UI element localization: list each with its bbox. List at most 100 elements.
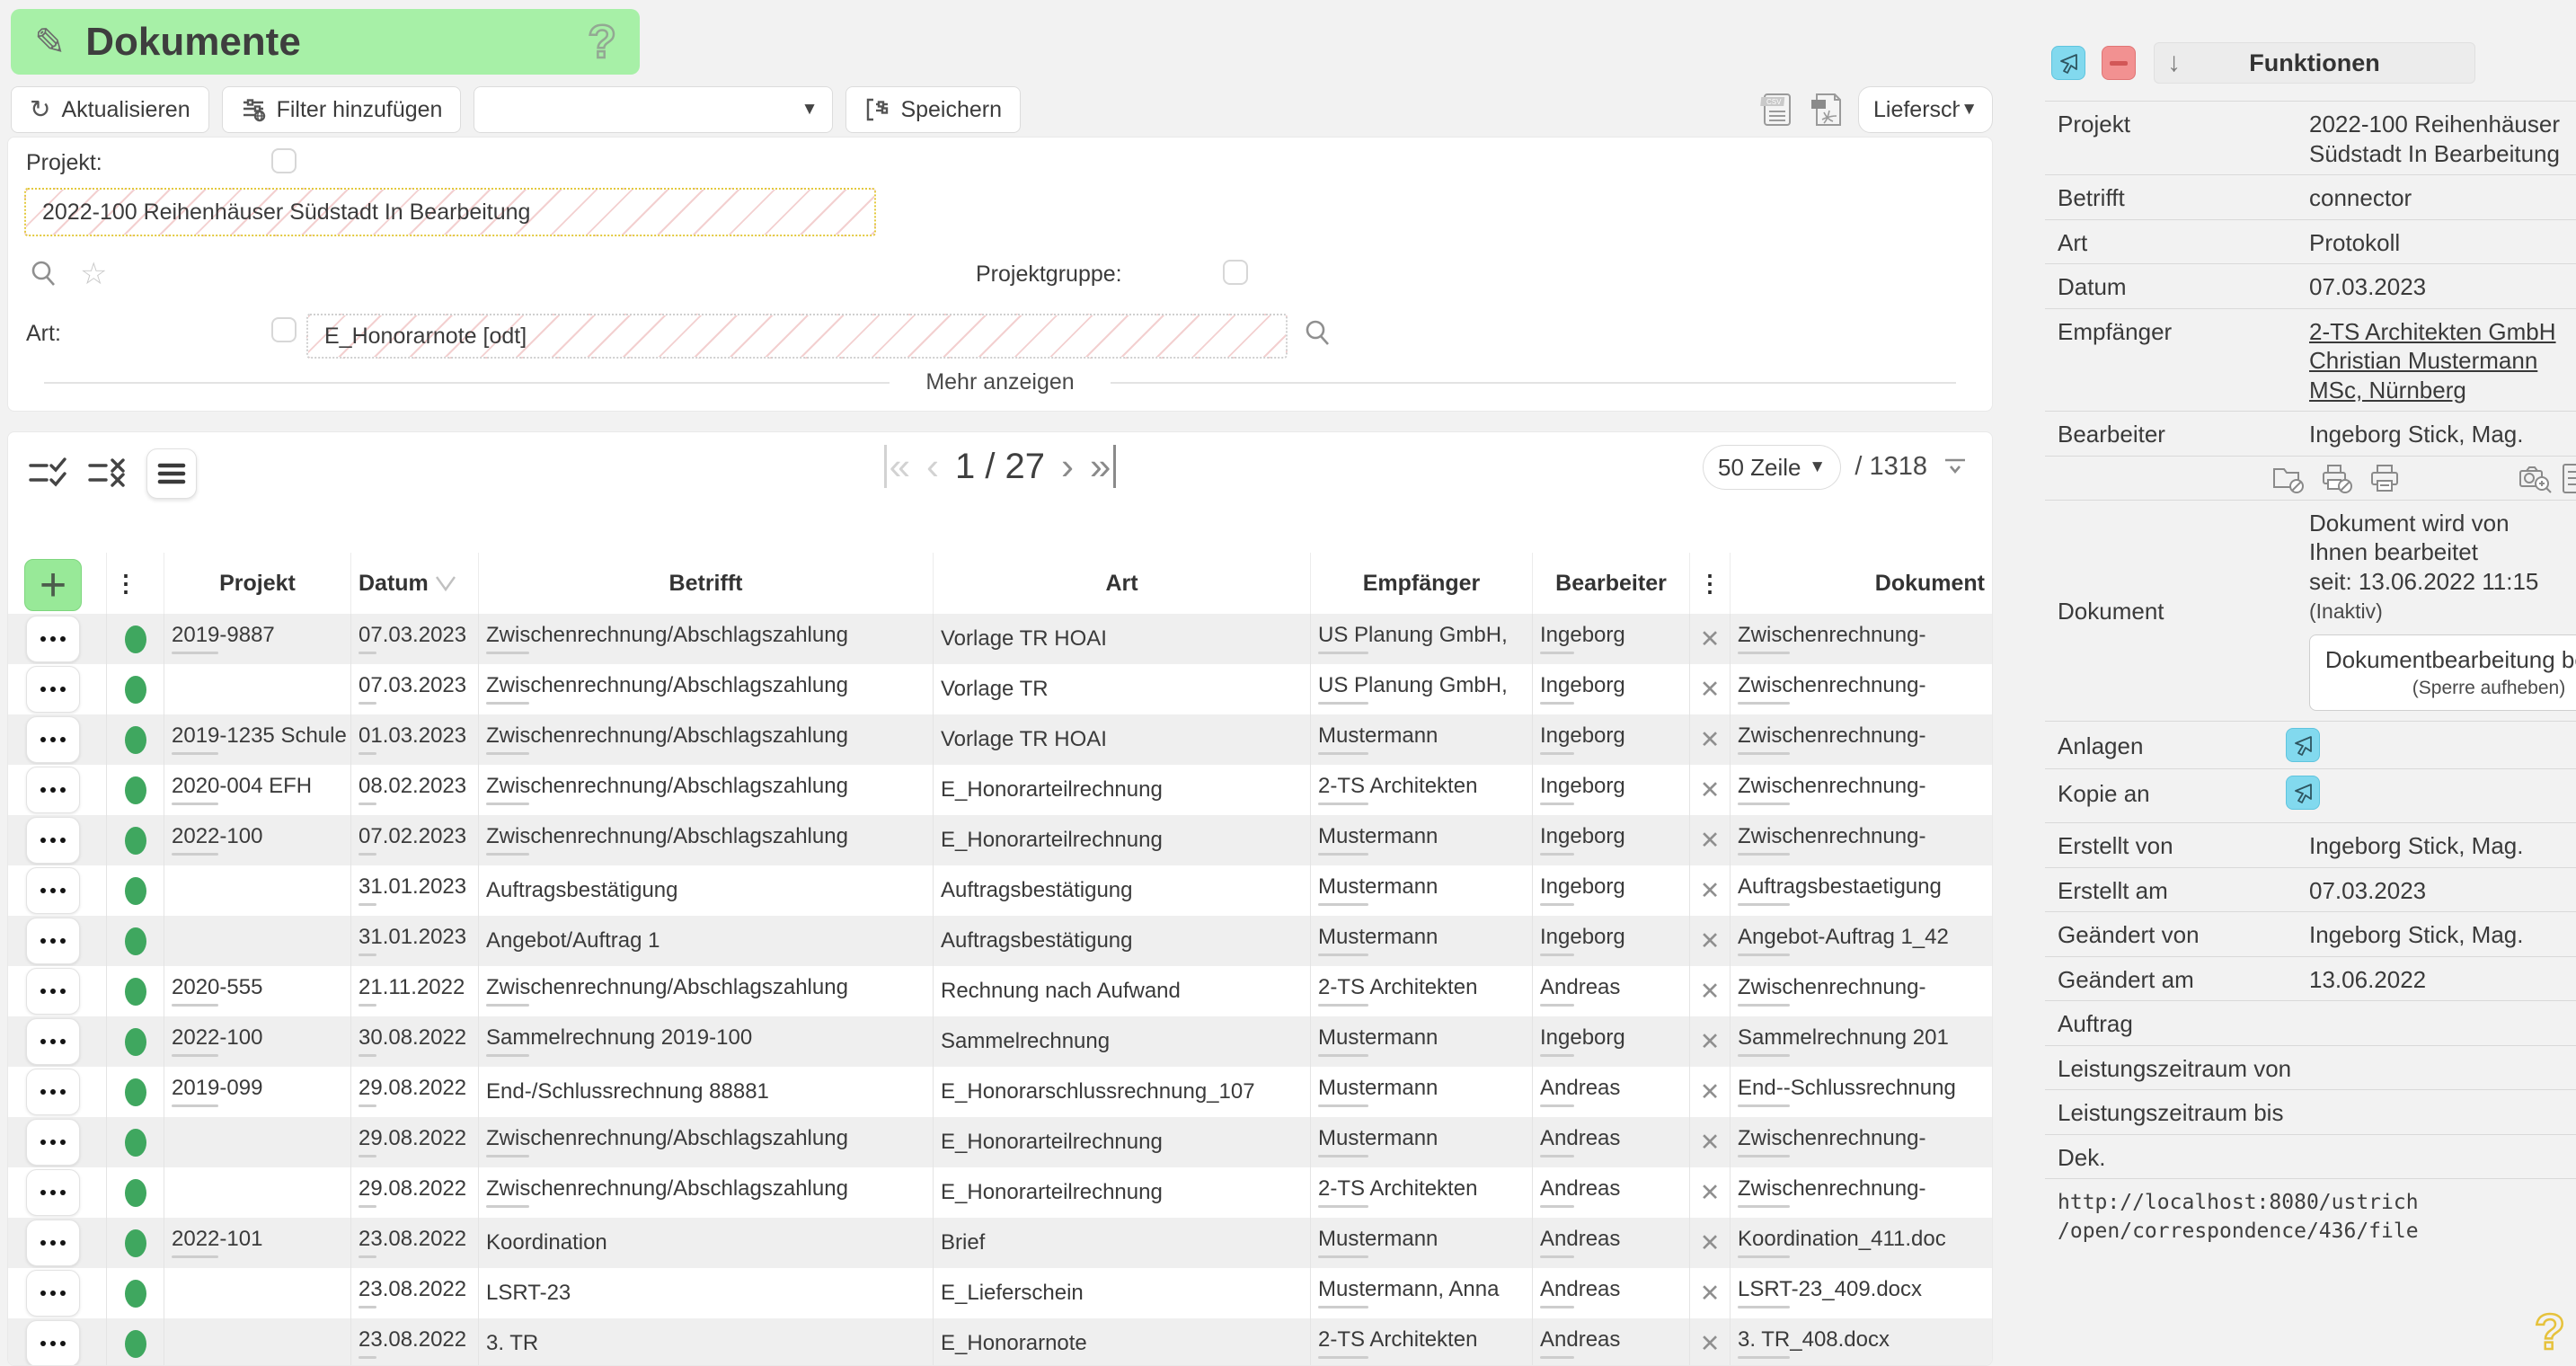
- projekt-filter-checkbox[interactable]: [271, 148, 297, 173]
- row-menu-button[interactable]: [26, 867, 80, 914]
- close-icon[interactable]: ✕: [1700, 978, 1721, 1006]
- cell-dokument-text: Zwischenrechnung-: [1738, 775, 1925, 798]
- close-icon[interactable]: ✕: [1700, 1229, 1721, 1257]
- column-header-art[interactable]: Art: [934, 553, 1311, 614]
- first-page-button[interactable]: «: [884, 445, 910, 488]
- row-menu-button[interactable]: [26, 716, 80, 763]
- end-document-editing-button[interactable]: Dokumentbearbeitung beenden(Sperre aufhe…: [2309, 634, 2576, 711]
- search-icon[interactable]: [1302, 317, 1334, 350]
- document-icon[interactable]: [2562, 462, 2576, 494]
- close-icon[interactable]: ✕: [1700, 927, 1721, 955]
- cursor-select-button[interactable]: [2051, 46, 2085, 80]
- close-icon[interactable]: ✕: [1700, 1330, 1721, 1358]
- dot: [60, 989, 66, 994]
- document-url-link[interactable]: http://localhost:8080/ustrich /open/corr…: [2058, 1191, 2419, 1243]
- pdf-export-icon[interactable]: [1808, 91, 1846, 129]
- projekt-filter-input[interactable]: 2022-100 Reihenhäuser Südstadt In Bearbe…: [24, 188, 876, 236]
- row-menu-button[interactable]: [26, 1119, 80, 1166]
- dot: [50, 687, 56, 692]
- row-menu-button[interactable]: [26, 918, 80, 964]
- cursor-select-button[interactable]: [2286, 776, 2320, 810]
- table-row[interactable]: 29.08.2022Zwischenrechnung/Abschlagszahl…: [8, 1167, 1992, 1218]
- cell-datum-text: 30.08.2022: [359, 1026, 466, 1050]
- star-icon[interactable]: ☆: [80, 256, 107, 292]
- row-menu-button[interactable]: [26, 1018, 80, 1065]
- detail-row: ArtProtokoll: [2045, 219, 2576, 264]
- column-header-bearbeiter[interactable]: Bearbeiter: [1533, 553, 1690, 614]
- show-more-link[interactable]: Mehr anzeigen: [925, 369, 1074, 395]
- column-menu-icon[interactable]: ⋮: [114, 570, 137, 598]
- close-icon[interactable]: ✕: [1700, 1280, 1721, 1308]
- micro-subtext: [1318, 652, 1368, 654]
- prev-page-button[interactable]: ‹: [926, 445, 939, 488]
- column-header-datum[interactable]: Datum: [351, 553, 479, 614]
- table-row[interactable]: 2022-10007.02.2023Zwischenrechnung/Absch…: [8, 815, 1992, 865]
- table-row[interactable]: 29.08.2022Zwischenrechnung/Abschlagszahl…: [8, 1117, 1992, 1167]
- close-icon[interactable]: ✕: [1700, 1028, 1721, 1056]
- row-menu-button[interactable]: [26, 1169, 80, 1216]
- detail-value[interactable]: 2-TS Architekten GmbH Christian Musterma…: [2309, 315, 2576, 405]
- remove-button[interactable]: [2102, 46, 2136, 80]
- table-row[interactable]: 23.08.20223. TRE_Honorarnote2-TS Archite…: [8, 1318, 1992, 1366]
- close-icon[interactable]: ✕: [1700, 625, 1721, 653]
- table-row[interactable]: 2019-09929.08.2022End-/Schlussrechnung 8…: [8, 1067, 1992, 1117]
- row-menu-button[interactable]: [26, 1270, 80, 1317]
- functions-header[interactable]: ↓ Funktionen: [2154, 42, 2475, 84]
- column-header-empfaenger[interactable]: Empfänger: [1311, 553, 1533, 614]
- art-filter-checkbox[interactable]: [271, 317, 297, 342]
- close-icon[interactable]: ✕: [1700, 877, 1721, 905]
- document-type-select[interactable]: Liefersch ▼: [1858, 86, 1993, 133]
- folder-blocked-icon[interactable]: [2271, 462, 2306, 494]
- row-menu-button[interactable]: [26, 968, 80, 1015]
- table-row[interactable]: 2020-004 EFH08.02.2023Zwischenrechnung/A…: [8, 765, 1992, 815]
- close-icon[interactable]: ✕: [1700, 1129, 1721, 1157]
- next-page-button[interactable]: ›: [1061, 445, 1074, 488]
- column-header-dokument[interactable]: Dokument: [1731, 553, 1992, 614]
- row-menu-button[interactable]: [26, 817, 80, 864]
- collapse-icon[interactable]: [1942, 456, 1969, 477]
- refresh-button[interactable]: ↻ Aktualisieren: [11, 86, 209, 133]
- preview-icon[interactable]: [2518, 462, 2553, 494]
- add-filter-button[interactable]: Filter hinzufügen: [222, 86, 462, 133]
- table-row[interactable]: 2022-10123.08.2022KoordinationBriefMuste…: [8, 1218, 1992, 1268]
- table-row[interactable]: 31.01.2023AuftragsbestätigungAuftragsbes…: [8, 865, 1992, 916]
- add-document-button[interactable]: +: [24, 559, 82, 611]
- table-row[interactable]: 2019-988707.03.2023Zwischenrechnung/Absc…: [8, 614, 1992, 664]
- search-icon[interactable]: [28, 258, 60, 290]
- table-row[interactable]: 23.08.2022LSRT-23E_LieferscheinMusterman…: [8, 1268, 1992, 1318]
- csv-export-icon[interactable]: CSV: [1759, 91, 1795, 129]
- table-row[interactable]: 2022-10030.08.2022Sammelrechnung 2019-10…: [8, 1016, 1992, 1067]
- cell-bearbeiter: Ingeborg: [1533, 815, 1690, 865]
- rows-per-page-select[interactable]: 50 Zeile ▼: [1703, 445, 1841, 490]
- last-page-button[interactable]: »: [1090, 445, 1116, 488]
- row-menu-button[interactable]: [26, 616, 80, 662]
- close-icon[interactable]: ✕: [1700, 1078, 1721, 1106]
- row-menu-button[interactable]: [26, 666, 80, 713]
- close-icon[interactable]: ✕: [1700, 827, 1721, 855]
- close-icon[interactable]: ✕: [1700, 1179, 1721, 1207]
- column-menu-icon[interactable]: ⋮: [1698, 570, 1722, 598]
- dot: [40, 737, 46, 742]
- help-icon[interactable]: ?: [588, 15, 616, 69]
- table-row[interactable]: 2019-1235 Schule01.03.2023Zwischenrechnu…: [8, 714, 1992, 765]
- row-menu-button[interactable]: [26, 1220, 80, 1266]
- row-menu-button[interactable]: [26, 1069, 80, 1115]
- art-filter-input[interactable]: E_Honorarnote [odt]: [306, 314, 1288, 359]
- table-row[interactable]: 07.03.2023Zwischenrechnung/Abschlagszahl…: [8, 664, 1992, 714]
- row-menu-button[interactable]: [26, 767, 80, 813]
- close-icon[interactable]: ✕: [1700, 676, 1721, 704]
- column-header-betrifft[interactable]: Betrifft: [479, 553, 934, 614]
- help-icon[interactable]: ?: [2535, 1302, 2565, 1361]
- cursor-select-button[interactable]: [2286, 728, 2320, 762]
- save-button[interactable]: Speichern: [845, 86, 1021, 133]
- print-blocked-icon[interactable]: [2320, 462, 2354, 494]
- table-row[interactable]: 31.01.2023Angebot/Auftrag 1Auftragsbestä…: [8, 916, 1992, 966]
- column-header-projekt[interactable]: Projekt: [164, 553, 351, 614]
- close-icon[interactable]: ✕: [1700, 726, 1721, 754]
- row-menu-button[interactable]: [26, 1320, 80, 1366]
- print-icon[interactable]: [2368, 462, 2401, 494]
- table-row[interactable]: 2020-55521.11.2022Zwischenrechnung/Absch…: [8, 966, 1992, 1016]
- projektgruppe-filter-checkbox[interactable]: [1223, 260, 1248, 285]
- saved-filter-select[interactable]: ▼: [474, 86, 833, 133]
- close-icon[interactable]: ✕: [1700, 776, 1721, 804]
